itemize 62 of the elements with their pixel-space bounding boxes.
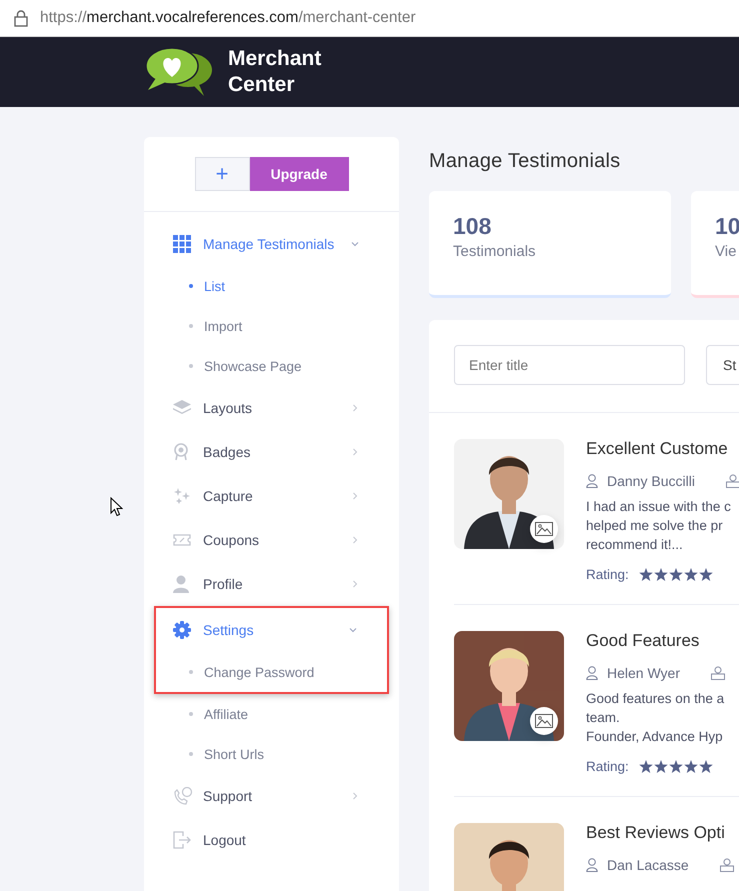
user-card-icon: [726, 474, 739, 488]
status-select-field[interactable]: St: [706, 345, 739, 385]
user-icon: [586, 858, 598, 872]
submenu-item[interactable]: Affiliate: [154, 694, 389, 734]
chevron-right-icon: [351, 404, 359, 412]
chat-bubbles-heart-logo-icon: [144, 46, 214, 98]
testimonial-text: Good features on the a team. Founder, Advance Hyp: [586, 690, 726, 746]
nav-item[interactable]: Coupons: [154, 518, 389, 562]
user-icon: [586, 474, 598, 488]
submenu-item[interactable]: Showcase Page: [154, 346, 389, 386]
title-input-field[interactable]: Enter title: [454, 345, 685, 385]
testimonial-text: I had an issue with the c helped me solve the pr recommend it!...: [586, 498, 732, 554]
phone-support-icon: [173, 787, 193, 805]
page-title: Manage Testimonials: [429, 150, 622, 173]
testimonial-title[interactable]: Good Features: [586, 631, 726, 651]
chevron-right-icon: [351, 792, 359, 800]
submenu-item[interactable]: Short Urls: [154, 734, 389, 774]
testimonial-title[interactable]: Excellent Custome: [586, 439, 739, 459]
add-button[interactable]: +: [194, 157, 250, 191]
chevron-right-icon: [351, 580, 359, 588]
author-name: Helen Wyer: [607, 665, 680, 681]
rating-label: Rating:: [586, 567, 629, 582]
award-badge-icon: [173, 443, 189, 461]
stat-value: 108: [453, 213, 492, 240]
submenu-item[interactable]: Import: [154, 306, 389, 346]
chevron-down-icon: [351, 240, 359, 248]
chevron-right-icon: [351, 536, 359, 544]
nav-item[interactable]: Logout: [154, 818, 389, 862]
nav-item[interactable]: Capture: [154, 474, 389, 518]
grid-icon: [173, 235, 191, 253]
submenu-item[interactable]: Change Password: [156, 652, 387, 692]
nav-item[interactable]: Support: [154, 774, 389, 818]
mouse-pointer-icon: [110, 497, 123, 517]
nav-item[interactable]: Settings: [156, 608, 387, 652]
ticket-icon: [173, 534, 191, 546]
chevron-right-icon: [351, 492, 359, 500]
person-icon: [173, 575, 189, 593]
nav-item[interactable]: Manage Testimonials: [154, 222, 389, 266]
nav-item[interactable]: Badges: [154, 430, 389, 474]
upgrade-button[interactable]: Upgrade: [250, 157, 348, 191]
stat-label: Testimonials: [453, 243, 537, 260]
nav-item[interactable]: Layouts: [154, 386, 389, 430]
logout-icon: [173, 831, 191, 849]
layers-icon: [173, 400, 191, 416]
image-icon: [535, 714, 553, 728]
sparkles-icon: [173, 487, 191, 505]
user-card-icon: [720, 858, 734, 872]
submenu-item[interactable]: List: [154, 266, 389, 306]
lock-icon: [14, 9, 28, 27]
brand-name: Merchant Center: [228, 46, 322, 98]
rating-label: Rating:: [586, 759, 629, 774]
user-icon: [586, 666, 598, 680]
author-name: Danny Buccilli: [607, 473, 695, 489]
nav-item[interactable]: Profile: [154, 562, 389, 606]
author-name: Dan Lacasse: [607, 857, 689, 873]
testimonial-title[interactable]: Best Reviews Opti: [586, 823, 734, 843]
image-icon: [535, 522, 553, 536]
chevron-right-icon: [351, 448, 359, 456]
user-card-icon: [711, 666, 726, 680]
chevron-down-icon: [349, 626, 357, 634]
settings-icon: [173, 621, 191, 639]
stat-label: Vie: [715, 243, 738, 260]
